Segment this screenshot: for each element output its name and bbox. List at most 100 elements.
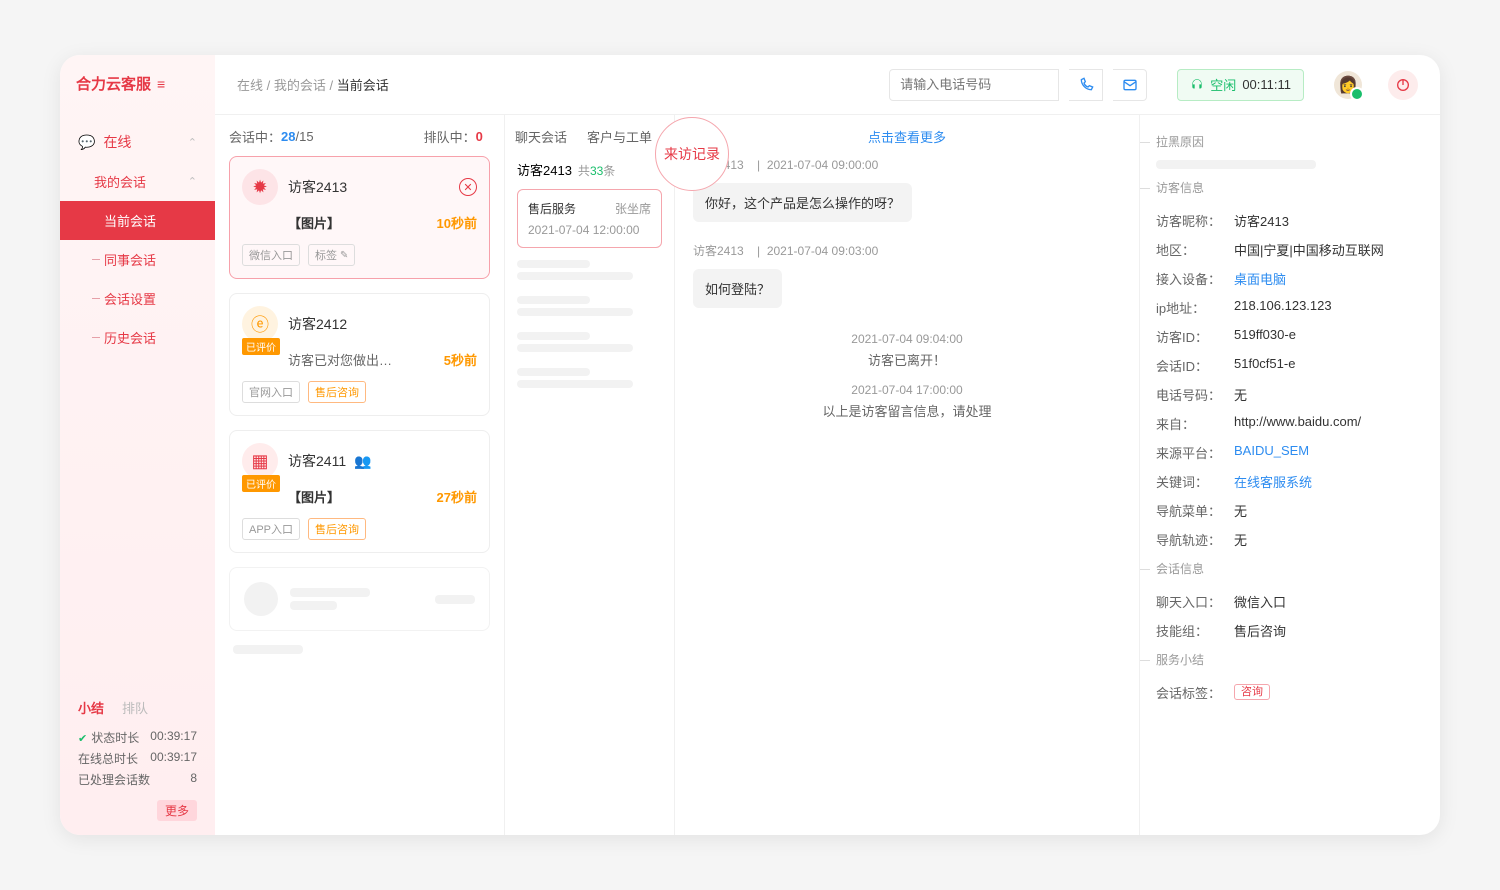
stat-online-dur-v: 00:39:17	[150, 750, 197, 767]
visitor-id: 519ff030-e	[1234, 327, 1420, 346]
nav-my-sessions[interactable]: 我的会话 ⌃	[60, 162, 215, 201]
stat-handled-v: 8	[190, 771, 197, 788]
conversation-card[interactable]: ▦ 访客2411 👥 已评价 【图片】27秒前 APP入口 售后咨询	[229, 430, 490, 553]
visitor-nick: 访客2413	[1234, 211, 1420, 230]
nav-session-settings[interactable]: 会话设置	[60, 279, 215, 318]
chat-entry: 微信入口	[1234, 592, 1420, 611]
nav-trace: 无	[1234, 530, 1420, 549]
groupmate-icon: 👥	[350, 453, 371, 469]
convlist-header: 会话中： 28 /15 排队中： 0	[229, 127, 490, 146]
section-summary: 服务小结	[1156, 651, 1420, 668]
visitor-name: 访客2412	[288, 314, 347, 334]
chat-icon: 💬	[78, 134, 95, 151]
content: 会话中： 28 /15 排队中： 0 ✹ 访客2413 ✕ 【图片】 10秒前	[215, 115, 1440, 835]
history-count: 共33条	[578, 162, 615, 179]
system-time: 2021-07-04 09:04:00	[693, 332, 1121, 346]
tab-chat[interactable]: 聊天会话	[515, 127, 567, 146]
history-header: 访客2413 共33条	[505, 160, 674, 189]
app-window: 合力云客服 ≡ 💬 在线 ⌃ 我的会话 ⌃ 当前会话 同事会话 会话设置 历史会…	[60, 55, 1440, 835]
sidebar-bottom-tabs: 小结 排队	[60, 694, 215, 723]
conversation-card[interactable]: ✹ 访客2413 ✕ 【图片】10秒前 微信入口 标签✎	[229, 156, 490, 279]
source-platform[interactable]: BAIDU_SEM	[1234, 443, 1420, 462]
logo: 合力云客服 ≡	[60, 73, 215, 114]
call-button[interactable]	[1069, 69, 1103, 101]
source-tag: 官网入口	[242, 381, 300, 403]
rated-badge: 已评价	[242, 475, 280, 492]
phone-input[interactable]	[889, 69, 1059, 101]
agent-name: 张坐席	[615, 200, 651, 217]
time-ago: 27秒前	[437, 487, 477, 506]
avatar[interactable]: 👩	[1334, 71, 1362, 99]
phone-icon	[1078, 77, 1094, 93]
nav-current-session[interactable]: 当前会话	[60, 201, 215, 240]
sidebar: 合力云客服 ≡ 💬 在线 ⌃ 我的会话 ⌃ 当前会话 同事会话 会话设置 历史会…	[60, 55, 215, 835]
keyword[interactable]: 在线客服系统	[1234, 472, 1420, 491]
nav-colleague-session[interactable]: 同事会话	[60, 240, 215, 279]
chevron-up-icon: ⌃	[188, 175, 197, 188]
nav-my-sessions-label: 我的会话	[94, 172, 146, 191]
time-ago: 5秒前	[444, 350, 477, 369]
tab-queue[interactable]: 排队	[122, 698, 148, 717]
stat-online-dur-k: 在线总时长	[78, 750, 138, 767]
power-button[interactable]	[1388, 70, 1418, 100]
label-tag[interactable]: 标签✎	[308, 244, 355, 266]
section-session: 会话信息	[1156, 560, 1420, 577]
visitor-device[interactable]: 桌面电脑	[1234, 269, 1420, 288]
stat-status-dur-v: 00:39:17	[150, 729, 197, 746]
chat-transcript: 点击查看更多 访客2413 | 2021-07-04 09:00:00 你好，这…	[675, 115, 1140, 835]
section-blacklist: 拉黑原因	[1156, 133, 1420, 150]
status-label: 空闲	[1210, 75, 1236, 94]
skeleton	[517, 368, 662, 388]
nav-history-session[interactable]: 历史会话	[60, 318, 215, 357]
skeleton	[517, 296, 662, 316]
close-icon[interactable]: ✕	[459, 178, 477, 196]
conversation-card[interactable]: ⓔ 访客2412 已评价 访客已对您做出…5秒前 官网入口 售后咨询	[229, 293, 490, 416]
detail-tabs: 聊天会话 客户与工单 来访记录	[505, 127, 674, 160]
stat-status-dur-k: 状态时长	[78, 729, 139, 746]
skeleton	[517, 332, 662, 352]
main: 在线 / 我的会话 / 当前会话 空闲 00:11:11 👩	[215, 55, 1440, 835]
visitor-name: 访客2411 👥	[288, 451, 371, 471]
skeleton	[1156, 160, 1316, 169]
system-msg: 以上是访客留言信息，请处理	[693, 401, 1121, 420]
history-record[interactable]: 售后服务 张坐席 2021-07-04 12:00:00	[517, 189, 662, 248]
session-id: 51f0cf51-e	[1234, 356, 1420, 375]
status-pill[interactable]: 空闲 00:11:11	[1177, 69, 1304, 101]
tab-summary[interactable]: 小结	[78, 698, 104, 717]
chevron-up-icon: ⌃	[188, 136, 197, 149]
edit-icon: ✎	[340, 250, 348, 261]
time-ago: 10秒前	[437, 213, 477, 232]
last-msg: 【图片】	[288, 487, 340, 506]
nav: 💬 在线 ⌃ 我的会话 ⌃ 当前会话 同事会话 会话设置 历史会话	[60, 114, 215, 694]
skill-group: 售后咨询	[1234, 621, 1420, 640]
chat-bubble: 你好，这个产品是怎么操作的呀？	[693, 183, 912, 222]
nav-menu: 无	[1234, 501, 1420, 520]
source-tag: 微信入口	[242, 244, 300, 266]
more-button[interactable]: 更多	[157, 800, 197, 821]
nav-online[interactable]: 💬 在线 ⌃	[60, 122, 215, 162]
mail-icon	[1122, 77, 1138, 93]
status-timer: 00:11:11	[1242, 77, 1291, 92]
msg-meta: 访客2413 | 2021-07-04 09:00:00	[693, 156, 1121, 173]
skeleton	[517, 260, 662, 280]
logo-text: 合力云客服	[76, 73, 151, 94]
ie-icon: ⓔ	[242, 306, 278, 342]
rated-badge: 已评价	[242, 338, 280, 355]
mail-button[interactable]	[1113, 69, 1147, 101]
load-more-link[interactable]: 点击查看更多	[693, 127, 1121, 146]
app-icon: ▦	[242, 443, 278, 479]
topbar: 在线 / 我的会话 / 当前会话 空闲 00:11:11 👩	[215, 55, 1440, 115]
menu-icon[interactable]: ≡	[157, 76, 165, 92]
skeleton-card	[229, 567, 490, 631]
history-visitor: 访客2413	[517, 160, 572, 179]
tab-customer[interactable]: 客户与工单	[587, 127, 652, 146]
stat-handled-k: 已处理会话数	[78, 771, 150, 788]
wechat-icon: ✹	[242, 169, 278, 205]
system-time: 2021-07-04 17:00:00	[693, 383, 1121, 397]
record-datetime: 2021-07-04 12:00:00	[528, 223, 651, 237]
service-type: 售后服务	[528, 200, 576, 217]
section-visitor: 访客信息	[1156, 179, 1420, 196]
visit-record-badge[interactable]: 来访记录	[655, 117, 729, 191]
session-tag[interactable]: 咨询	[1234, 684, 1270, 700]
power-icon	[1395, 77, 1411, 93]
